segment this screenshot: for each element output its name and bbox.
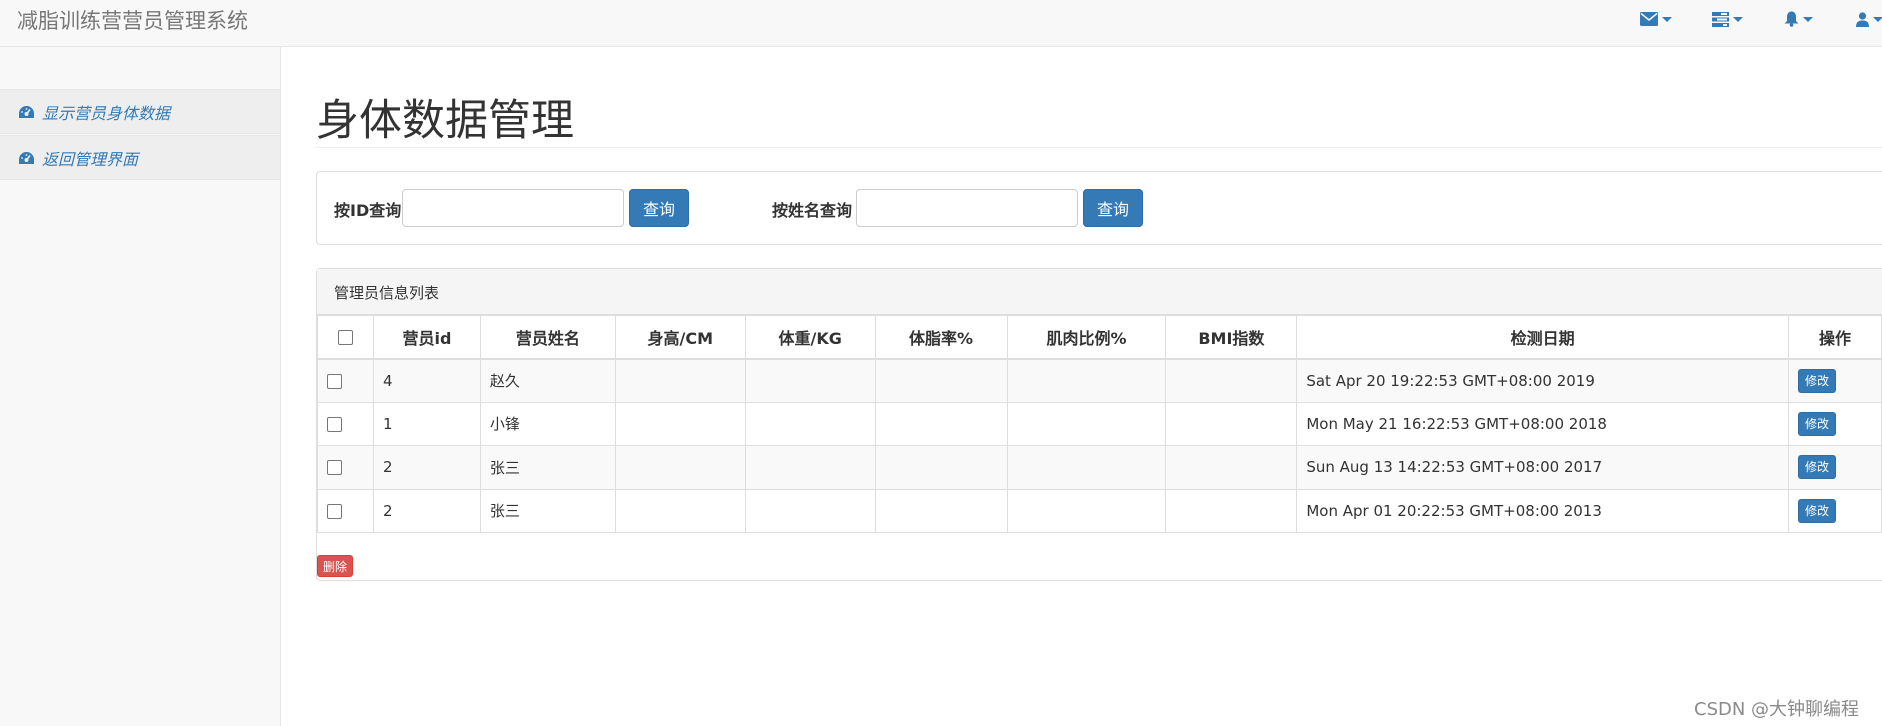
column-header-bodyfat[interactable]: 体脂率%	[874, 315, 1008, 360]
cell-weight	[744, 358, 876, 403]
chevron-down-icon	[1873, 16, 1882, 22]
chevron-down-icon	[1803, 16, 1813, 22]
body-data-table: 营员id 营员姓名 身高/CM 体重/KG 体脂率% 肌肉比例% BMI指数 检…	[317, 315, 1882, 533]
page-title: 身体数据管理	[316, 96, 574, 146]
title-divider	[316, 147, 1882, 148]
select-all-cell	[317, 315, 374, 360]
bell-icon	[1784, 11, 1799, 27]
row-select-cell	[317, 445, 374, 490]
user-icon	[1856, 11, 1869, 27]
edit-button[interactable]: 修改	[1797, 455, 1836, 480]
sidebar-item-label: 返回管理界面	[42, 149, 139, 169]
row-checkbox[interactable]	[327, 416, 342, 432]
cell-muscle	[1006, 358, 1167, 403]
cell-height	[614, 445, 746, 490]
search-by-id-button[interactable]: 查询	[629, 189, 689, 227]
table-header-row: 营员id 营员姓名 身高/CM 体重/KG 体脂率% 肌肉比例% BMI指数 检…	[317, 315, 1882, 360]
column-header-date[interactable]: 检测日期	[1296, 315, 1789, 360]
column-header-action: 操作	[1787, 315, 1882, 360]
column-header-height[interactable]: 身高/CM	[614, 315, 746, 360]
row-select-cell	[317, 488, 374, 533]
column-header-name[interactable]: 营员姓名	[479, 315, 616, 360]
table-row: 4 赵久 Sat Apr 20 19:22:53 GMT+08:00 2019 …	[317, 358, 1882, 403]
list-heading: 管理员信息列表	[317, 269, 1882, 315]
cell-bmi	[1165, 401, 1298, 446]
cell-weight	[744, 445, 876, 490]
select-all-checkbox[interactable]	[337, 330, 353, 346]
cell-action: 修改	[1787, 358, 1882, 403]
cell-bmi	[1165, 358, 1298, 403]
cell-height	[614, 401, 746, 446]
cell-id: 2	[372, 445, 481, 490]
watermark: CSDN @大钟聊编程	[1694, 699, 1860, 720]
search-by-name-button[interactable]: 查询	[1083, 189, 1143, 227]
top-navbar: 减脂训练营营员管理系统	[0, 0, 1882, 47]
cell-name: 小锋	[479, 401, 616, 446]
search-by-id-input[interactable]	[402, 189, 624, 227]
cell-muscle	[1006, 445, 1167, 490]
row-checkbox[interactable]	[327, 460, 342, 476]
sidebar-item-show-body-data[interactable]: 显示营员身体数据	[0, 89, 280, 134]
cell-date: Sat Apr 20 19:22:53 GMT+08:00 2019	[1296, 358, 1789, 403]
cell-weight	[744, 401, 876, 446]
cell-name: 张三	[479, 488, 616, 533]
row-checkbox[interactable]	[327, 503, 342, 519]
edit-button[interactable]: 修改	[1797, 498, 1836, 523]
edit-button[interactable]: 修改	[1797, 411, 1836, 436]
dashboard-icon	[19, 151, 34, 164]
row-select-cell	[317, 358, 374, 403]
messages-dropdown[interactable]	[1640, 9, 1672, 29]
search-by-name-input[interactable]	[856, 189, 1078, 227]
cell-bodyfat	[874, 358, 1008, 403]
column-header-bmi[interactable]: BMI指数	[1165, 315, 1298, 360]
cell-action: 修改	[1787, 445, 1882, 490]
column-header-id[interactable]: 营员id	[372, 315, 481, 360]
column-header-muscle[interactable]: 肌肉比例%	[1006, 315, 1167, 360]
alerts-dropdown[interactable]	[1784, 9, 1813, 29]
envelope-icon	[1640, 12, 1658, 26]
user-dropdown[interactable]	[1856, 9, 1882, 29]
cell-action: 修改	[1787, 401, 1882, 446]
table-row: 2 张三 Mon Apr 01 20:22:53 GMT+08:00 2013 …	[317, 488, 1882, 533]
cell-action: 修改	[1787, 488, 1882, 533]
column-header-weight[interactable]: 体重/KG	[744, 315, 876, 360]
cell-date: Mon May 21 16:22:53 GMT+08:00 2018	[1296, 401, 1789, 446]
delete-button[interactable]: 删除	[317, 555, 354, 577]
row-select-cell	[317, 401, 374, 446]
cell-bodyfat	[874, 445, 1008, 490]
cell-bodyfat	[874, 401, 1008, 446]
cell-bmi	[1165, 445, 1298, 490]
sidebar-item-back-to-admin[interactable]: 返回管理界面	[0, 135, 280, 180]
search-by-id-label: 按ID查询	[334, 201, 402, 220]
cell-id: 4	[372, 358, 481, 403]
chevron-down-icon	[1662, 16, 1672, 22]
cell-name: 赵久	[479, 358, 616, 403]
row-checkbox[interactable]	[327, 373, 342, 389]
table-row: 1 小锋 Mon May 21 16:22:53 GMT+08:00 2018 …	[317, 401, 1882, 446]
cell-bmi	[1165, 488, 1298, 533]
cell-id: 1	[372, 401, 481, 446]
cell-date: Sun Aug 13 14:22:53 GMT+08:00 2017	[1296, 445, 1789, 490]
cell-muscle	[1006, 401, 1167, 446]
search-by-name-label: 按姓名查询	[772, 201, 853, 220]
table-row: 2 张三 Sun Aug 13 14:22:53 GMT+08:00 2017 …	[317, 445, 1882, 490]
edit-button[interactable]: 修改	[1797, 368, 1836, 393]
sidebar: 显示营员身体数据 返回管理界面	[0, 47, 281, 726]
tasks-icon	[1712, 11, 1729, 27]
app-brand[interactable]: 减脂训练营营员管理系统	[17, 5, 248, 35]
sidebar-item-label: 显示营员身体数据	[42, 103, 171, 123]
cell-muscle	[1006, 488, 1167, 533]
cell-weight	[744, 488, 876, 533]
chevron-down-icon	[1733, 16, 1743, 22]
cell-id: 2	[372, 488, 481, 533]
cell-name: 张三	[479, 445, 616, 490]
cell-bodyfat	[874, 488, 1008, 533]
tasks-dropdown[interactable]	[1712, 9, 1743, 29]
cell-date: Mon Apr 01 20:22:53 GMT+08:00 2013	[1296, 488, 1789, 533]
cell-height	[614, 358, 746, 403]
search-panel: 按ID查询 查询 按姓名查询 查询	[316, 171, 1882, 245]
dashboard-icon	[19, 105, 34, 118]
member-list-panel: 管理员信息列表 营员id 营员姓名 身高/CM 体重/KG 体脂率% 肌肉比例%…	[316, 268, 1882, 581]
cell-height	[614, 488, 746, 533]
